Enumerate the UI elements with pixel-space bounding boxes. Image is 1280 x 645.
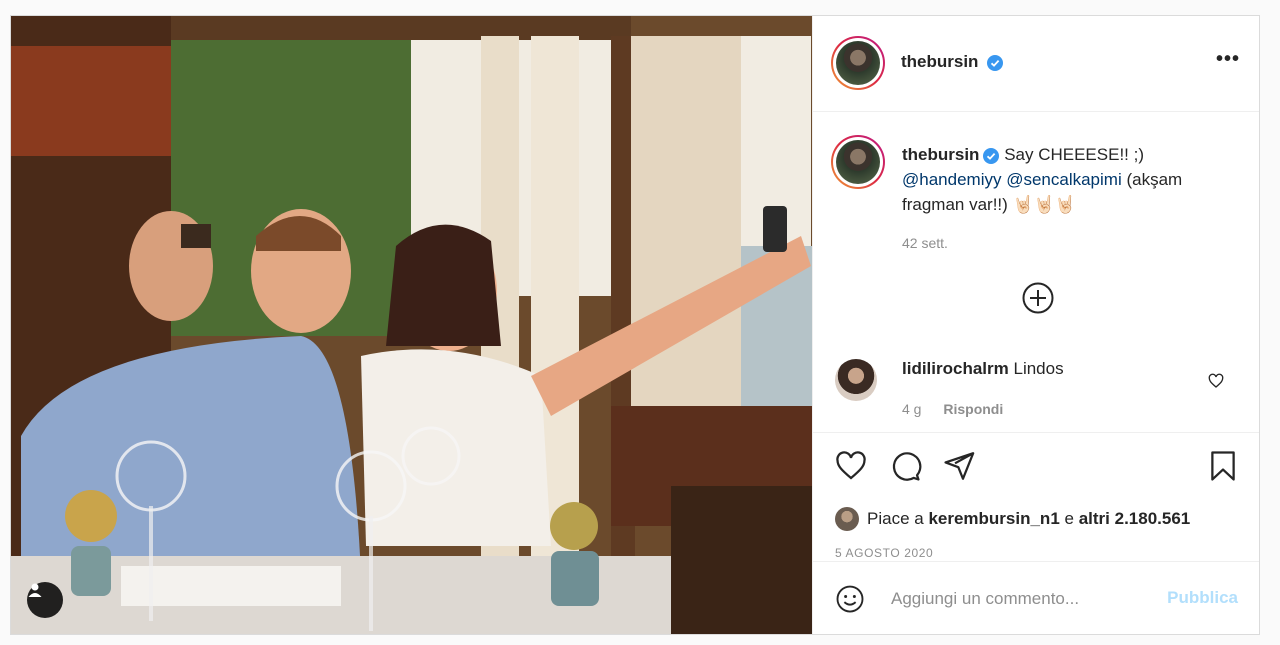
post-header: thebursin ••• (813, 16, 1259, 112)
comment-input[interactable] (889, 582, 1163, 616)
save-button[interactable] (1206, 449, 1240, 488)
like-button[interactable] (834, 449, 868, 488)
comment: lidilirochalrm Lindos (902, 359, 1064, 379)
likes-summary: Piace a kerembursin_n1 e altri 2.180.561 (835, 507, 1190, 531)
add-comment-bar: Pubblica (813, 561, 1259, 634)
comment-button[interactable] (888, 449, 922, 488)
liker-avatar[interactable] (835, 507, 859, 531)
likes-middle: e (1064, 509, 1074, 528)
caption: thebursin Say CHEEESE!! ;) @handemiyy @s… (902, 142, 1232, 256)
post-date[interactable]: 5 AGOSTO 2020 (835, 546, 933, 560)
caption-time[interactable]: 42 sett. (902, 231, 1232, 256)
post-actions: Piace a kerembursin_n1 e altri 2.180.561… (813, 432, 1259, 561)
mention-link[interactable]: @handemiyy (902, 170, 1001, 189)
commenter-avatar[interactable] (835, 359, 877, 401)
reply-button[interactable]: Rispondi (943, 401, 1003, 417)
mention-link[interactable]: @sencalkapimi (1006, 170, 1122, 189)
commenter-username[interactable]: lidilirochalrm (902, 359, 1009, 378)
likes-count-link[interactable]: altri 2.180.561 (1079, 509, 1191, 529)
comment-meta: 4 g Rispondi (902, 401, 1003, 417)
verified-badge-icon (983, 147, 1000, 164)
share-icon (944, 452, 975, 480)
post-card: thebursin ••• thebursin Say CHEEESE!! ;)… (10, 15, 1260, 635)
comments-area: thebursin Say CHEEESE!! ;) @handemiyy @s… (813, 112, 1259, 432)
caption-username[interactable]: thebursin (902, 145, 979, 164)
emoji-button[interactable] (835, 584, 865, 619)
share-button[interactable] (942, 449, 976, 488)
comment-icon (892, 452, 922, 481)
post-sidebar: thebursin ••• thebursin Say CHEEESE!! ;)… (812, 16, 1259, 634)
user-icon (28, 583, 42, 597)
author-username[interactable]: thebursin (901, 52, 978, 71)
verified-badge-icon (986, 54, 1003, 71)
caption-text: Say CHEEESE!! ;) (1004, 145, 1145, 164)
caption-avatar[interactable] (831, 135, 885, 189)
post-photo[interactable] (11, 16, 812, 634)
publish-button[interactable]: Pubblica (1167, 588, 1238, 608)
comment-text: Lindos (1013, 359, 1064, 378)
photo-illustration (11, 16, 812, 634)
like-comment-button[interactable] (1208, 373, 1224, 394)
heart-icon (1208, 373, 1224, 388)
likes-prefix: Piace a (867, 509, 924, 528)
smiley-icon (836, 585, 864, 613)
author-avatar[interactable] (831, 36, 885, 90)
heart-icon (836, 451, 866, 480)
bookmark-icon (1211, 451, 1235, 481)
liker-username[interactable]: kerembursin_n1 (928, 509, 1059, 529)
comment-time[interactable]: 4 g (902, 401, 921, 417)
plus-circle-icon (1022, 282, 1054, 314)
load-more-comments-button[interactable] (1022, 282, 1054, 314)
tagged-users-button[interactable] (27, 582, 63, 618)
more-options-button[interactable]: ••• (1216, 49, 1240, 69)
